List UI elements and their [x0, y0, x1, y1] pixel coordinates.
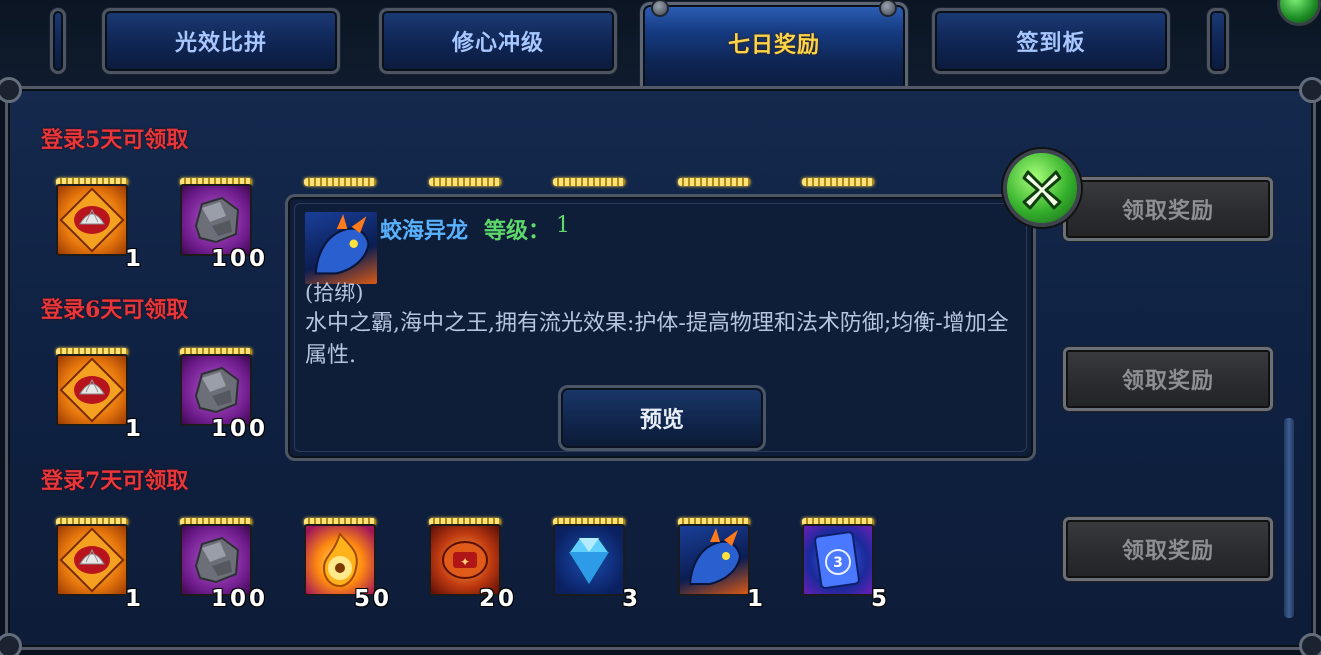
panel-corner-icon	[1299, 77, 1321, 103]
item-description: 水中之霸,海中之王,拥有流光效果:护体-提高物理和法术防御;均衡-增加全属性.	[305, 311, 1009, 368]
item-quantity: 1	[124, 416, 144, 442]
reward-item[interactable]: 50	[302, 518, 389, 612]
reward-item[interactable]: 1	[676, 518, 763, 612]
claim-reward-button[interactable]: 领取奖励	[1063, 177, 1273, 241]
reward-item[interactable]: 100	[178, 518, 265, 612]
tab-light-effect[interactable]: 光效比拼	[102, 8, 340, 74]
reward-item[interactable]: 100	[178, 178, 265, 272]
item-bind-status: (拾绑)	[305, 281, 364, 305]
item-quantity: 1	[124, 246, 144, 272]
item-quantity: 3	[621, 586, 641, 612]
tab-partial-right[interactable]	[1207, 8, 1229, 74]
reward-item[interactable]: 3	[551, 518, 638, 612]
item-quantity: 20	[478, 586, 517, 612]
row-title-day5: 登录5天可领取	[41, 127, 189, 153]
gem-icon	[553, 524, 625, 596]
item-quantity: 100	[210, 416, 268, 442]
item-tooltip-popup: 蛟海异龙 等级： 1 (拾绑) 水中之霸,海中之王,拥有流光效果:护体-提高物理…	[285, 194, 1036, 461]
tab-label: 光效比拼	[174, 30, 267, 56]
item-level-label: 等级：	[484, 218, 551, 244]
reward-item[interactable]: ✦ 20	[427, 518, 514, 612]
scrollbar[interactable]	[1284, 418, 1294, 618]
item-level-value: 1	[556, 213, 570, 238]
item-crown-icon	[429, 178, 501, 186]
shell-icon	[56, 184, 128, 256]
tab-cultivation[interactable]: 修心冲级	[379, 8, 617, 74]
shell-icon	[56, 524, 128, 596]
panel-corner-icon	[1299, 633, 1321, 655]
row-title-day6: 登录6天可领取	[41, 297, 189, 323]
preview-button[interactable]: 预览	[558, 385, 766, 451]
shell-icon	[56, 354, 128, 426]
tab-label: 修心冲级	[451, 30, 544, 56]
dragon-icon	[305, 212, 377, 284]
tab-ornament-icon	[879, 0, 897, 17]
tab-ornament-icon	[651, 0, 669, 17]
row-title-day7: 登录7天可领取	[41, 468, 189, 494]
item-quantity: 100	[210, 246, 268, 272]
tab-bar: 光效比拼 修心冲级 七日奖励 签到板	[0, 0, 1321, 94]
corner-action-icon[interactable]	[1277, 0, 1321, 26]
item-quantity: 50	[353, 586, 392, 612]
item-quantity: 1	[746, 586, 766, 612]
reward-item[interactable]: 3 5	[800, 518, 887, 612]
item-quantity: 1	[124, 586, 144, 612]
item-name: 蛟海异龙	[380, 218, 469, 244]
claim-reward-button[interactable]: 领取奖励	[1063, 347, 1273, 411]
item-quantity: 100	[210, 586, 268, 612]
svg-text:3: 3	[833, 555, 843, 571]
panel-corner-icon	[0, 77, 22, 103]
tab-sign-in-board[interactable]: 签到板	[932, 8, 1170, 74]
item-crown-icon	[802, 178, 874, 186]
card-icon: 3	[802, 524, 874, 596]
reward-item[interactable]: 1	[54, 518, 141, 612]
panel-corner-icon	[0, 633, 22, 655]
claim-reward-button[interactable]: 领取奖励	[1063, 517, 1273, 581]
tab-partial-left[interactable]	[50, 8, 66, 74]
reward-item[interactable]: 1	[54, 348, 141, 442]
item-crown-icon	[304, 178, 376, 186]
close-icon[interactable]	[1003, 149, 1081, 227]
tab-seven-day-reward[interactable]: 七日奖励	[640, 0, 908, 94]
dragon-icon	[678, 524, 750, 596]
item-quantity: 5	[870, 586, 890, 612]
tab-label: 签到板	[1016, 30, 1086, 56]
reward-item[interactable]: 100	[178, 348, 265, 442]
svg-text:✦: ✦	[460, 555, 470, 569]
item-crown-icon	[678, 178, 750, 186]
tab-label: 七日奖励	[727, 31, 820, 58]
reward-item[interactable]: 1	[54, 178, 141, 272]
item-crown-icon	[553, 178, 625, 186]
